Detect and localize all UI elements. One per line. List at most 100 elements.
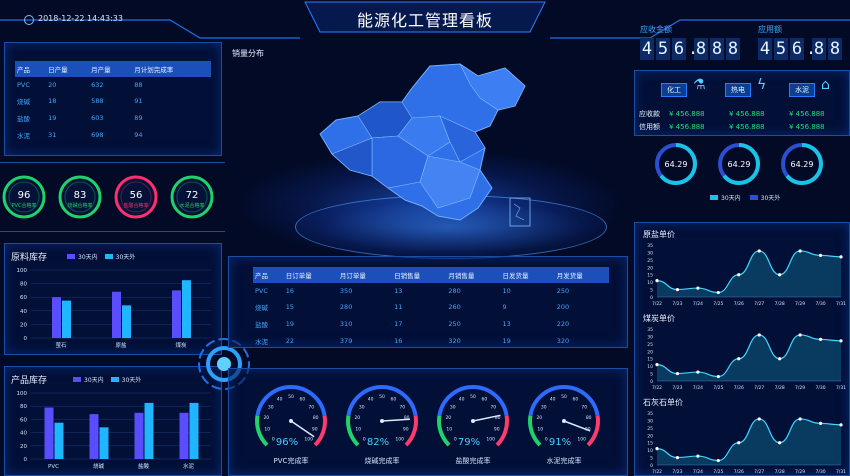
- digit-cell: 6: [672, 38, 686, 60]
- sales-table: 产品 日订单量 月订单量 日销售量 月销售量 日发货量 月发货量 PVC 16 350 13 280…: [253, 267, 609, 349]
- x-tick-label: 盐酸: [138, 462, 150, 470]
- digit-cell: 6: [790, 38, 804, 60]
- data-point: [818, 421, 823, 425]
- y-tick-label: 5: [650, 372, 653, 378]
- table-cell: 19: [502, 336, 511, 345]
- gauge-arc: [255, 385, 327, 417]
- legend-label: 30天内: [78, 254, 98, 261]
- gauge-tick-label: 100: [577, 437, 586, 443]
- money-row-label: 应收款: [639, 109, 660, 118]
- bar: [189, 402, 199, 459]
- table-cell: 588: [91, 96, 104, 105]
- gauge-tick-label: 10: [537, 427, 543, 433]
- page-title: 能源化工管理看板: [356, 11, 493, 30]
- x-tick-label: 7/23: [672, 385, 682, 391]
- gauge-hub: [289, 419, 293, 423]
- bar: [122, 305, 131, 338]
- digit-cell: 4: [640, 38, 654, 60]
- gauge-tick-label: 60: [481, 397, 487, 403]
- table-cell: 220: [556, 319, 570, 328]
- raw-stock-chart: 0 20 40 60 80 100 萤石 原盐 煤炭: [17, 268, 211, 349]
- y-tick-label: 0: [650, 295, 653, 301]
- table-cell: 280: [339, 302, 353, 311]
- gauge-tick-label: 90: [403, 427, 409, 433]
- receivable-label: 应收金额: [640, 25, 672, 34]
- table-header: 月产量: [89, 61, 133, 77]
- rate-label: 烧碱合格率: [67, 202, 92, 209]
- gauge-hub: [562, 419, 566, 423]
- data-point: [675, 455, 680, 460]
- x-tick-label: 7/26: [734, 469, 744, 475]
- y-tick-label: 10: [647, 448, 653, 454]
- data-point: [757, 333, 761, 337]
- data-point: [737, 273, 741, 277]
- table-header: 日订单量: [283, 267, 338, 283]
- table-cell: 9: [502, 302, 507, 311]
- x-tick-label: 7/30: [816, 301, 826, 307]
- x-tick-label: 烧碱: [93, 462, 105, 470]
- gauge-arc: [437, 385, 509, 417]
- y-tick-label: 60: [20, 417, 27, 423]
- gauge-label: 烧碱完成率: [365, 456, 400, 465]
- data-point: [839, 255, 843, 259]
- receivable-digits: 456.888: [640, 38, 742, 60]
- y-tick-label: 20: [20, 322, 27, 328]
- category-2[interactable]: 水泥: [789, 83, 815, 97]
- bar: [112, 291, 121, 338]
- table-cell: 17: [394, 319, 403, 328]
- table-cell: 13: [502, 319, 511, 328]
- y-tick-label: 20: [647, 265, 653, 271]
- data-point: [675, 287, 680, 292]
- money-value: ¥ 456.888: [669, 109, 705, 118]
- gauge-tick-label: 30: [268, 404, 274, 410]
- gauge-tick-label: 70: [581, 404, 587, 410]
- bar: [134, 412, 144, 459]
- data-point: [778, 357, 782, 361]
- x-tick-label: 煤炭: [175, 341, 187, 349]
- table-cell: 250: [448, 319, 461, 328]
- table-header: 产品: [253, 267, 284, 283]
- rate-value: 96: [18, 190, 31, 201]
- y-tick-label: 20: [20, 444, 27, 450]
- gauge-tick-label: 60: [572, 397, 578, 403]
- gauge-label: 盐酸完成率: [456, 456, 491, 465]
- gauge-tick-label: 20: [536, 415, 542, 421]
- area-fill: [657, 334, 841, 381]
- gauge-tick-label: 40: [550, 397, 556, 403]
- price-chart-title: 煤炭单价: [643, 313, 675, 323]
- legend-label: 30天内: [84, 377, 104, 384]
- digit-cell: 8: [812, 38, 826, 60]
- gauge-tick-label: 70: [399, 404, 405, 410]
- x-tick-label: 7/27: [754, 385, 764, 391]
- data-point: [757, 249, 761, 253]
- gauge-value: 82%: [367, 437, 389, 448]
- gauge-tick-label: 90: [312, 427, 318, 433]
- x-tick-label: 7/22: [652, 385, 662, 391]
- category-1[interactable]: 热电: [725, 83, 751, 97]
- y-tick-label: 25: [647, 426, 653, 432]
- price-chart-title: 石灰石单价: [643, 397, 683, 407]
- category-panel: 化工 ⚗ 热电 ϟ 水泥 ⌂ 应收款 ¥ 456.888 ¥ 456.888 ¥ 456.888…: [634, 70, 850, 136]
- production-panel: 产品 日产量 月产量 月计划完成率 PVC 20 632 88 烧碱 18 588 91 盐酸 19 60…: [4, 42, 222, 156]
- gauge-tick-label: 0: [272, 437, 275, 443]
- x-tick-label: 7/31: [836, 469, 846, 475]
- x-tick-label: 7/25: [713, 385, 723, 391]
- table-cell: 603: [91, 113, 104, 122]
- data-point: [696, 286, 700, 290]
- gauge-tick-label: 70: [308, 404, 314, 410]
- data-point: [798, 417, 802, 421]
- gauges-panel: 0 10 20 30 40 50 60 70 80 90 100 96% PVC完成率 0 10 20 30 40…: [228, 368, 628, 476]
- data-point: [737, 357, 741, 361]
- gauge-tick-label: 20: [263, 415, 269, 421]
- category-0[interactable]: 化工: [661, 83, 687, 97]
- gauge-tick-label: 40: [459, 397, 465, 403]
- product-stock-legend: 30天内 30天外: [73, 375, 141, 384]
- bar: [179, 412, 189, 459]
- data-point: [778, 273, 782, 277]
- x-tick-label: 7/24: [693, 385, 703, 391]
- map-title: 销量分布: [232, 49, 264, 58]
- raw-stock-panel: 原料库存 30天内 30天外 0 20 40 60 80 100 萤石 原盐 煤炭: [4, 243, 222, 355]
- gauge-tick-label: 10: [446, 427, 452, 433]
- table-row: 盐酸 19 603 89: [15, 109, 211, 126]
- y-tick-label: 40: [20, 309, 27, 315]
